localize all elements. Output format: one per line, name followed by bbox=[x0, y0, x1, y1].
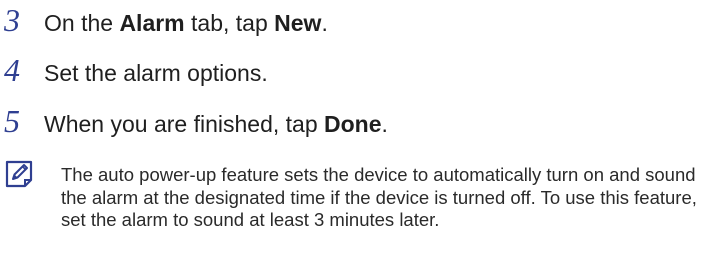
step-text-part: tab, tap bbox=[184, 10, 275, 36]
step-number: 4 bbox=[4, 52, 20, 88]
step-text-part: . bbox=[381, 111, 388, 137]
step-text: When you are finished, tap Done. bbox=[44, 111, 388, 138]
step-number: 3 bbox=[4, 2, 20, 38]
step-3: 3 On the Alarm tab, tap New. bbox=[0, 2, 328, 39]
step-text-part: When you are finished, tap bbox=[44, 111, 324, 137]
step-text: On the Alarm tab, tap New. bbox=[44, 10, 328, 37]
new-button-label: New bbox=[274, 10, 322, 36]
step-text-part: . bbox=[321, 10, 328, 36]
step-text: Set the alarm options. bbox=[44, 60, 268, 86]
done-button-label: Done bbox=[324, 111, 382, 137]
step-number: 5 bbox=[4, 103, 20, 139]
step-4: 4 Set the alarm options. bbox=[0, 52, 268, 89]
step-5: 5 When you are finished, tap Done. bbox=[0, 103, 388, 140]
note-pencil-icon bbox=[4, 158, 34, 188]
step-text-part: On the bbox=[44, 10, 120, 36]
note-text: The auto power-up feature sets the devic… bbox=[61, 164, 697, 230]
alarm-tab-label: Alarm bbox=[119, 10, 185, 36]
